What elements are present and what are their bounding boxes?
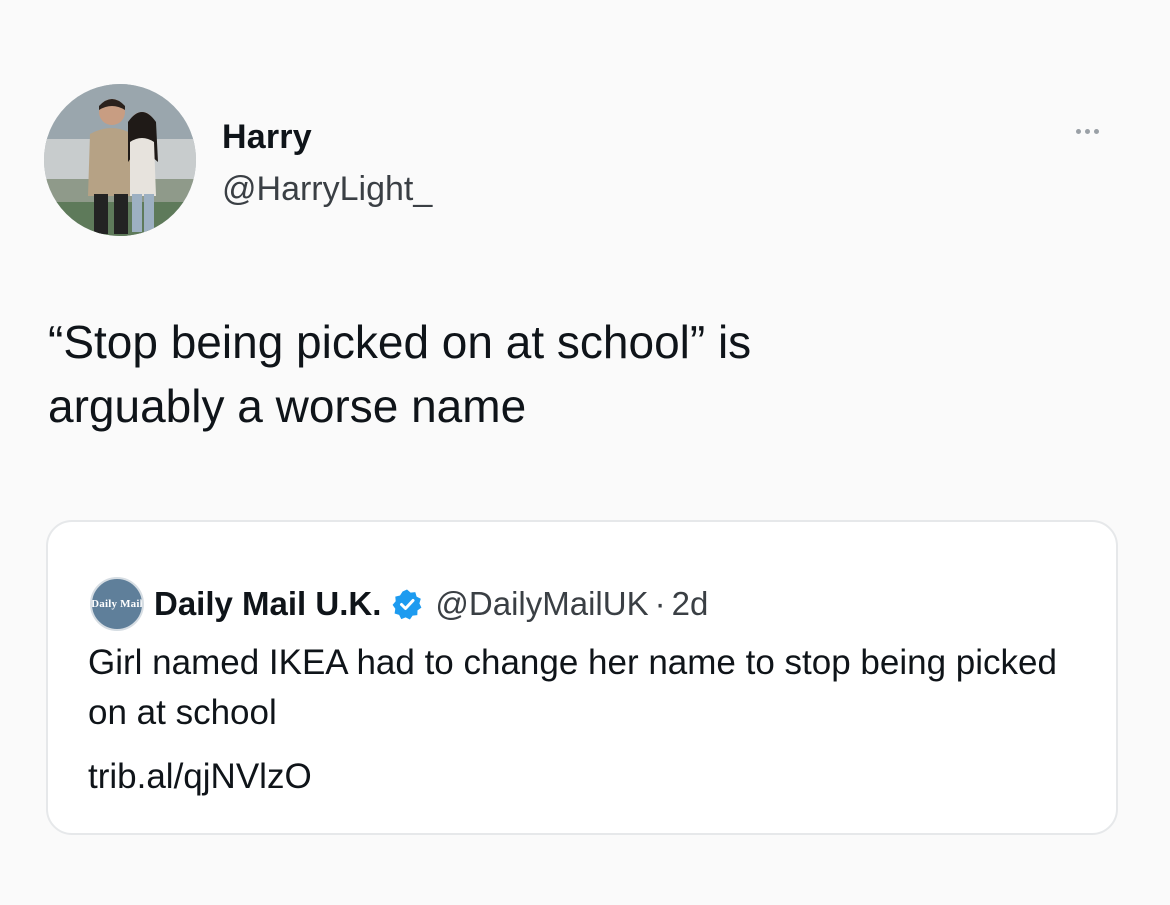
quoted-author-name[interactable]: Daily Mail U.K. — [154, 585, 381, 623]
tweet-text: “Stop being picked on at school” is argu… — [48, 316, 752, 432]
more-horizontal-icon — [1075, 128, 1081, 134]
author-name[interactable]: Harry — [222, 118, 312, 157]
avatar-photo — [44, 84, 196, 236]
quoted-author-handle[interactable]: @DailyMailUK — [435, 585, 648, 623]
more-horizontal-icon — [1084, 128, 1090, 134]
user-avatar[interactable] — [44, 84, 196, 236]
author-handle[interactable]: @HarryLight_ — [222, 170, 432, 209]
verified-badge-icon — [391, 588, 423, 620]
quoted-timestamp[interactable]: 2d — [672, 585, 709, 623]
quoted-tweet-header: Daily Mail Daily Mail U.K. @DailyMailUK … — [90, 576, 708, 632]
tweet-card: Harry @HarryLight_ “Stop being picked on… — [0, 0, 1170, 905]
quoted-tweet[interactable]: Daily Mail Daily Mail U.K. @DailyMailUK … — [46, 520, 1118, 835]
more-horizontal-icon — [1093, 128, 1099, 134]
quoted-author-avatar[interactable]: Daily Mail — [90, 577, 144, 631]
quoted-avatar-logo: Daily Mail — [91, 598, 143, 610]
meta-separator: · — [654, 585, 666, 622]
more-options-button[interactable] — [1060, 116, 1114, 146]
quoted-tweet-text: Girl named IKEA had to change her name t… — [88, 643, 1057, 732]
quoted-tweet-link[interactable]: trib.al/qjNVlzO — [88, 752, 312, 802]
